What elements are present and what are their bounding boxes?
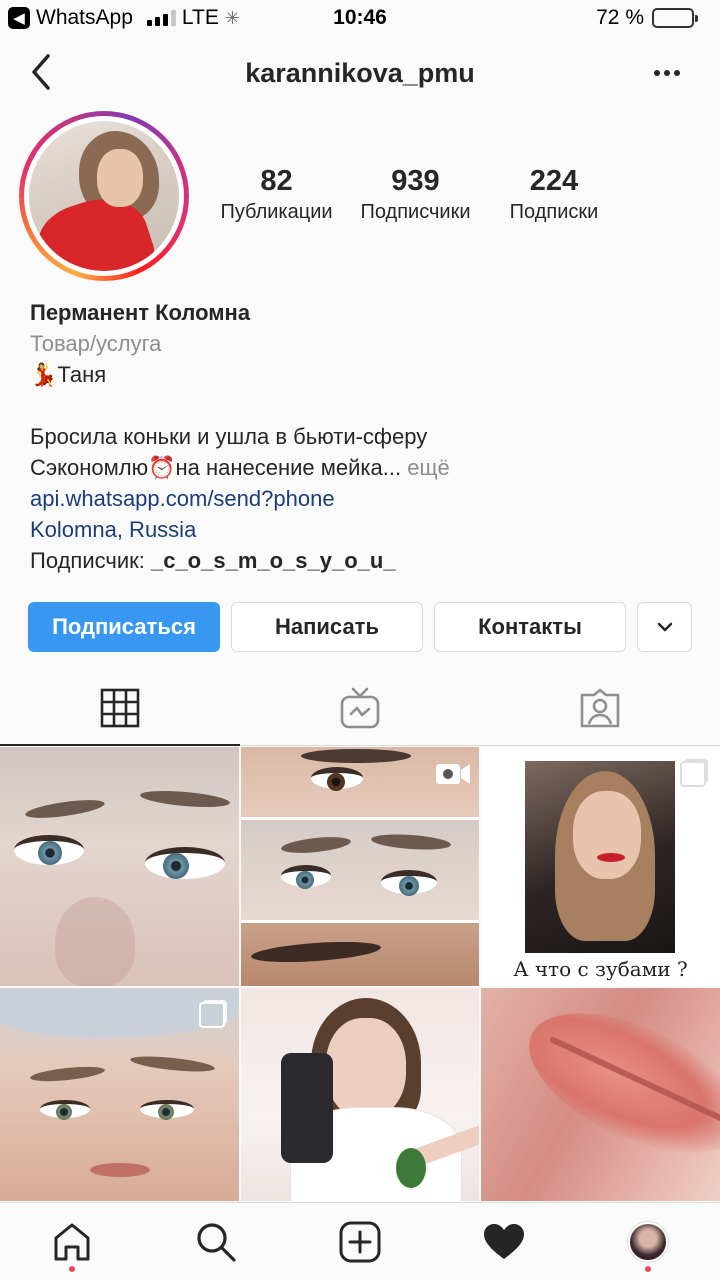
followed-by-row[interactable]: Подписчик: _c_o_s_m_o_s_y_o_u_ [30, 545, 700, 576]
chevron-down-icon [657, 622, 672, 632]
post-thumbnail[interactable] [0, 747, 239, 986]
igtv-icon [340, 687, 380, 728]
nav-activity[interactable] [432, 1203, 576, 1280]
home-icon [54, 1223, 90, 1260]
bio-line-3-row: Сэкономлю⏰на нанесение мейка... ещё [30, 452, 700, 483]
avatar[interactable] [29, 121, 179, 271]
bio-line-3: Сэкономлю⏰на нанесение мейка... [30, 455, 402, 480]
posts-grid: А что с зубами ? [0, 747, 720, 1201]
profile-header: karannikova_pmu [0, 40, 720, 110]
nav-profile[interactable] [576, 1203, 720, 1280]
search-icon [197, 1222, 236, 1262]
bio-more-link[interactable]: ещё [401, 455, 450, 480]
bottom-navigation [0, 1202, 720, 1280]
profile-display-name: Перманент Коломна [30, 300, 251, 325]
follow-button[interactable]: Подписаться [28, 602, 220, 652]
status-right: 72 % [596, 6, 698, 30]
bio-line-1: 💃Таня [30, 362, 107, 387]
profile-category: Товар/услуга [30, 331, 162, 356]
profile-bio: Перманент Коломна Товар/услуга 💃Таня Бро… [30, 297, 700, 576]
tab-grid[interactable] [0, 670, 240, 746]
followed-by-username[interactable]: _c_o_s_m_o_s_y_o_u_ [151, 548, 396, 573]
stat-posts-value: 82 [260, 165, 293, 197]
profile-tabs [0, 670, 720, 746]
post-caption-overlay: А что с зубами ? [513, 957, 688, 981]
profile-actions: Подписаться Написать Контакты [28, 602, 692, 652]
carousel-icon [199, 1002, 225, 1028]
add-post-icon [339, 1221, 381, 1262]
stat-followers-value: 939 [391, 165, 440, 197]
nav-search[interactable] [144, 1203, 288, 1280]
grid-icon [100, 688, 140, 727]
stat-followers[interactable]: 939 Подписчики [348, 163, 483, 224]
tab-tagged[interactable] [480, 670, 720, 745]
contacts-button[interactable]: Контакты [434, 602, 626, 652]
followed-by-label: Подписчик: [30, 548, 151, 573]
more-options-icon[interactable] [654, 70, 680, 76]
profile-avatar-icon [628, 1221, 668, 1262]
stat-following-label: Подписки [509, 201, 599, 223]
carousel-icon [680, 761, 706, 787]
tagged-user-icon [580, 688, 620, 727]
battery-percent: 72 % [596, 6, 644, 29]
profile-notification-dot [645, 1266, 651, 1272]
heart-icon [484, 1223, 524, 1259]
nav-home[interactable] [0, 1203, 144, 1280]
stat-followers-label: Подписчики [360, 201, 471, 223]
post-thumbnail-carousel[interactable] [0, 988, 239, 1201]
profile-avatar-story-ring[interactable] [19, 111, 189, 281]
post-thumbnail[interactable] [241, 988, 479, 1201]
profile-username: karannikova_pmu [245, 58, 475, 88]
stat-following[interactable]: 224 Подписки [483, 163, 625, 224]
bio-website-link[interactable]: api.whatsapp.com/send?phone [30, 483, 700, 514]
profile-stats: 82 Публикации 939 Подписчики 224 Подписк… [205, 163, 625, 224]
bio-location-link[interactable]: Kolomna, Russia [30, 514, 700, 545]
stat-posts[interactable]: 82 Публикации [205, 163, 348, 224]
battery-icon [652, 8, 698, 28]
nav-new-post[interactable] [288, 1203, 432, 1280]
suggested-dropdown-button[interactable] [637, 602, 692, 652]
message-button[interactable]: Написать [231, 602, 423, 652]
post-thumbnail-video[interactable] [241, 747, 479, 986]
post-thumbnail[interactable] [481, 988, 720, 1201]
home-notification-dot [69, 1266, 75, 1272]
stat-posts-label: Публикации [220, 201, 333, 223]
stat-following-value: 224 [529, 165, 579, 197]
bio-line-2: Бросила коньки и ушла в бьюти-сферу [30, 424, 428, 449]
status-bar: ◀ WhatsApp LTE ✳ 10:46 72 % [0, 0, 720, 38]
post-thumbnail-carousel[interactable]: А что с зубами ? [481, 747, 720, 986]
tab-igtv[interactable] [240, 670, 480, 745]
video-icon [436, 764, 470, 784]
